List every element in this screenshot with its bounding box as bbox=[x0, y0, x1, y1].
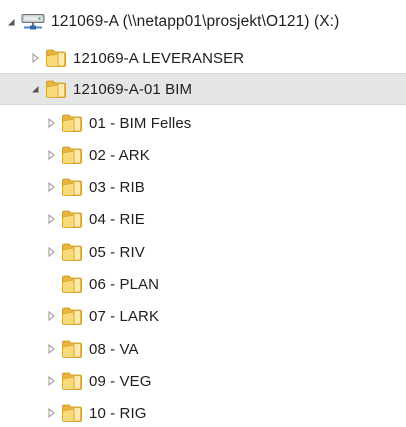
tree-item-label: 121069-A-01 BIM bbox=[73, 80, 193, 98]
tree-item-child[interactable]: 07 - LARK bbox=[0, 300, 406, 332]
collapsed-arrow-icon[interactable] bbox=[44, 245, 58, 259]
tree-item-child[interactable]: 08 - VA bbox=[0, 333, 406, 365]
folder-icon bbox=[61, 339, 83, 359]
tree-item-bim[interactable]: 121069-A-01 BIM bbox=[0, 73, 406, 105]
expanded-arrow-icon[interactable] bbox=[28, 82, 42, 96]
folder-icon bbox=[61, 274, 83, 294]
collapsed-arrow-icon[interactable] bbox=[44, 374, 58, 388]
collapsed-arrow-icon[interactable] bbox=[44, 342, 58, 356]
collapsed-arrow-icon[interactable] bbox=[44, 116, 58, 130]
tree-item-label: 09 - VEG bbox=[89, 372, 152, 390]
folder-icon bbox=[61, 306, 83, 326]
tree-item-label: 121069-A (\\netapp01\prosjekt\O121) (X:) bbox=[51, 13, 340, 31]
tree-item-child[interactable]: 01 - BIM Felles bbox=[0, 107, 406, 139]
tree-item-label: 05 - RIV bbox=[89, 243, 145, 261]
tree-item-child[interactable]: 05 - RIV bbox=[0, 236, 406, 268]
network-drive-icon bbox=[21, 13, 45, 31]
tree-item-label: 06 - PLAN bbox=[89, 275, 160, 293]
tree-item-child[interactable]: 04 - RIE bbox=[0, 203, 406, 235]
folder-icon bbox=[45, 48, 67, 68]
folder-icon bbox=[61, 177, 83, 197]
tree-item-child[interactable]: 09 - VEG bbox=[0, 365, 406, 397]
collapsed-arrow-icon[interactable] bbox=[44, 309, 58, 323]
collapsed-arrow-icon[interactable] bbox=[44, 212, 58, 226]
tree-item-network-drive[interactable]: 121069-A (\\netapp01\prosjekt\O121) (X:) bbox=[0, 6, 406, 38]
tree-item-label: 07 - LARK bbox=[89, 307, 160, 325]
tree-item-child[interactable]: 10 - RIG bbox=[0, 397, 406, 427]
tree-item-label: 08 - VA bbox=[89, 340, 139, 358]
collapsed-arrow-icon[interactable] bbox=[28, 51, 42, 65]
folder-icon bbox=[61, 371, 83, 391]
tree-item-child[interactable]: 06 - PLAN bbox=[0, 268, 406, 300]
collapsed-arrow-icon[interactable] bbox=[44, 148, 58, 162]
folder-icon bbox=[61, 113, 83, 133]
collapsed-arrow-icon[interactable] bbox=[44, 406, 58, 420]
tree-item-label: 121069-A LEVERANSER bbox=[73, 49, 245, 67]
collapsed-arrow-icon[interactable] bbox=[44, 180, 58, 194]
folder-icon bbox=[45, 79, 67, 99]
folder-icon bbox=[61, 145, 83, 165]
tree-item-label: 10 - RIG bbox=[89, 404, 147, 422]
tree-item-leveranser[interactable]: 121069-A LEVERANSER bbox=[0, 42, 406, 74]
folder-icon bbox=[61, 242, 83, 262]
tree-item-child[interactable]: 02 - ARK bbox=[0, 139, 406, 171]
tree-item-child[interactable]: 03 - RIB bbox=[0, 171, 406, 203]
tree-item-label: 01 - BIM Felles bbox=[89, 114, 192, 132]
tree-item-label: 02 - ARK bbox=[89, 146, 150, 164]
folder-icon bbox=[61, 403, 83, 423]
tree-item-label: 04 - RIE bbox=[89, 210, 145, 228]
expanded-arrow-icon[interactable] bbox=[4, 15, 18, 29]
folder-tree: 121069-A (\\netapp01\prosjekt\O121) (X:)… bbox=[0, 0, 406, 427]
folder-icon bbox=[61, 209, 83, 229]
tree-item-label: 03 - RIB bbox=[89, 178, 145, 196]
